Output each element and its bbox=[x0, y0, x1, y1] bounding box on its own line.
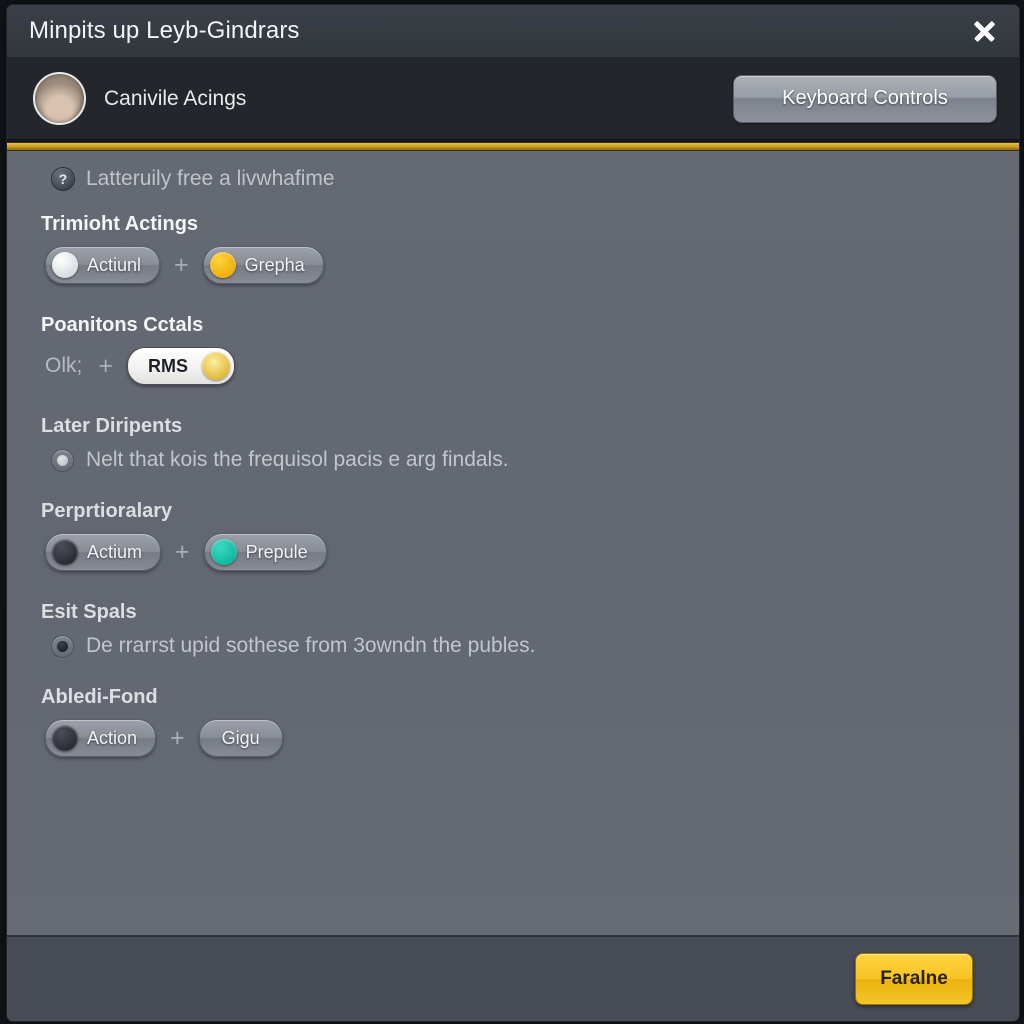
account-name: Canivile Acings bbox=[104, 86, 247, 110]
section-heading: Later Diripents bbox=[41, 415, 183, 437]
knob-icon bbox=[52, 725, 78, 751]
accent-divider bbox=[7, 142, 1019, 151]
chip-label: Gigu bbox=[221, 727, 260, 748]
radio-dot-icon bbox=[57, 454, 68, 466]
primary-action-button[interactable]: Faralne bbox=[855, 953, 973, 1005]
chip-rms[interactable]: RMS bbox=[126, 347, 235, 385]
plus-separator: + bbox=[174, 250, 189, 279]
help-circle-icon[interactable]: ? bbox=[51, 167, 75, 191]
chip-row: Actiunl + Grepha bbox=[45, 246, 989, 284]
radio-label: Nelt that kois the frequisol pacis e arg… bbox=[86, 448, 509, 471]
chip-action[interactable]: Action bbox=[45, 719, 157, 757]
info-text: Latteruily free a livwhafime bbox=[86, 167, 335, 190]
chip-binding[interactable]: Gigu bbox=[198, 719, 283, 757]
section-heading: Esit Spals bbox=[41, 601, 137, 623]
footer-bar: Faralne bbox=[7, 935, 1019, 1021]
section-heading: Perprtioralary bbox=[41, 500, 173, 522]
knob-icon bbox=[52, 539, 78, 565]
chip-label: Actiunl bbox=[87, 254, 142, 275]
title-bar: Minpits up Leyb-Gindrars bbox=[7, 5, 1019, 58]
close-icon[interactable] bbox=[965, 12, 1003, 50]
section-poanitons-cctals: Poanitons Cctals Olk; + RMS bbox=[37, 314, 989, 385]
chip-label: Actium bbox=[87, 541, 143, 562]
chip-binding[interactable]: Grepha bbox=[202, 246, 324, 284]
radio-dot-icon bbox=[57, 640, 68, 652]
content-area: ? Latteruily free a livwhafime Trimioht … bbox=[7, 151, 1019, 935]
knob-icon bbox=[201, 352, 230, 380]
section-perprtioralary: Perprtioralary Actium + Prepule bbox=[37, 500, 989, 571]
radio-label: De rrarrst upid sothese from 3owndn the … bbox=[86, 634, 536, 657]
window-title: Minpits up Leyb-Gindrars bbox=[29, 17, 300, 44]
section-esit-spals: Esit Spals De rrarrst upid sothese from … bbox=[37, 601, 989, 658]
knob-icon bbox=[52, 252, 78, 278]
chip-row: Actium + Prepule bbox=[45, 533, 989, 571]
chip-action[interactable]: Actiunl bbox=[45, 246, 161, 284]
chip-label: RMS bbox=[147, 355, 188, 376]
section-abledi-fond: Abledi-Fond Action + Gigu bbox=[37, 686, 989, 757]
account-bar: Canivile Acings Keyboard Controls bbox=[7, 58, 1019, 142]
chip-row: Olk; + RMS bbox=[45, 347, 989, 385]
chip-row: Action + Gigu bbox=[45, 719, 989, 757]
plus-separator: + bbox=[170, 723, 185, 752]
radio-button[interactable] bbox=[51, 634, 74, 658]
radio-button[interactable] bbox=[51, 448, 74, 472]
info-line: ? Latteruily free a livwhafime bbox=[51, 167, 989, 191]
section-heading: Abledi-Fond bbox=[41, 686, 158, 708]
chip-label: Prepule bbox=[245, 541, 308, 562]
settings-dialog: Minpits up Leyb-Gindrars Canivile Acings… bbox=[6, 4, 1020, 1022]
section-later-diripents: Later Diripents Nelt that kois the frequ… bbox=[37, 415, 989, 472]
section-trimioht-actings: Trimioht Actings Actiunl + Grepha bbox=[37, 213, 989, 284]
chip-prefix-label: Olk; bbox=[45, 354, 83, 377]
primary-action-label: Faralne bbox=[880, 968, 948, 989]
chip-binding[interactable]: Prepule bbox=[203, 533, 327, 571]
plus-separator: + bbox=[175, 537, 190, 566]
chip-action[interactable]: Actium bbox=[45, 533, 162, 571]
knob-icon bbox=[210, 539, 237, 565]
radio-row: Nelt that kois the frequisol pacis e arg… bbox=[51, 448, 989, 472]
keyboard-controls-label: Keyboard Controls bbox=[782, 87, 948, 109]
chip-label: Action bbox=[87, 727, 138, 748]
section-heading: Trimioht Actings bbox=[41, 213, 199, 235]
chip-label: Grepha bbox=[244, 254, 305, 275]
radio-row: De rrarrst upid sothese from 3owndn the … bbox=[51, 634, 989, 658]
avatar bbox=[33, 72, 86, 125]
knob-icon bbox=[209, 252, 236, 278]
plus-separator: + bbox=[98, 351, 113, 380]
keyboard-controls-button[interactable]: Keyboard Controls bbox=[733, 74, 997, 123]
section-heading: Poanitons Cctals bbox=[41, 314, 204, 336]
